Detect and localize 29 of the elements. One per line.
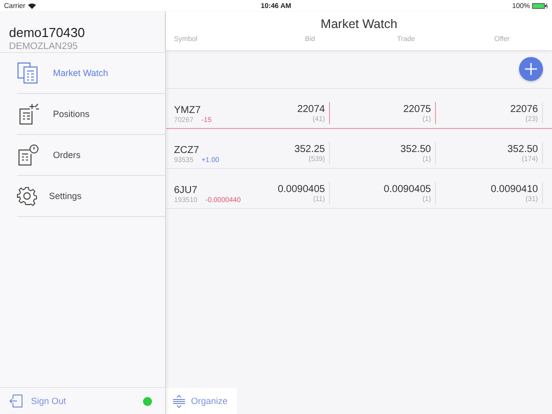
document-plus-minus-icon [17, 103, 39, 125]
offer-price: 352.50 [507, 144, 538, 154]
menu-item[interactable]: Positions [17, 94, 165, 135]
documents-icon [17, 62, 39, 84]
settings-icon [17, 186, 37, 206]
menu-item[interactable]: Market Watch [17, 53, 165, 94]
bid-price: 0.0090405 [278, 184, 325, 194]
bid-price: 352.25 [294, 144, 325, 154]
wifi-icon [28, 3, 36, 9]
battery-icon [532, 3, 548, 9]
menu-item[interactable]: Orders [17, 135, 165, 176]
trade-price: 22075 [403, 104, 431, 114]
trade-price: 352.50 [400, 144, 431, 154]
add-button[interactable] [519, 57, 543, 81]
symbol-text: YMZ7 [174, 105, 202, 116]
offer-price: 0.0090410 [490, 184, 538, 194]
account-name: demo170430 [9, 25, 86, 40]
symbol-text: ZCZ7 [174, 145, 200, 156]
exit-door-icon[interactable] [9, 394, 23, 408]
document-clock-icon [17, 144, 39, 166]
page-title: Market Watch [320, 17, 398, 31]
offer-price: 22076 [510, 104, 538, 114]
account-id: DEMOZLAN295 [9, 41, 79, 52]
menu-item[interactable]: Settings [17, 176, 165, 217]
trade-price: 0.0090405 [384, 184, 431, 194]
reorder-icon [173, 394, 185, 408]
bid-price: 22074 [297, 104, 325, 114]
symbol-text: 6JU7 [174, 185, 198, 196]
plus-icon [525, 63, 537, 75]
